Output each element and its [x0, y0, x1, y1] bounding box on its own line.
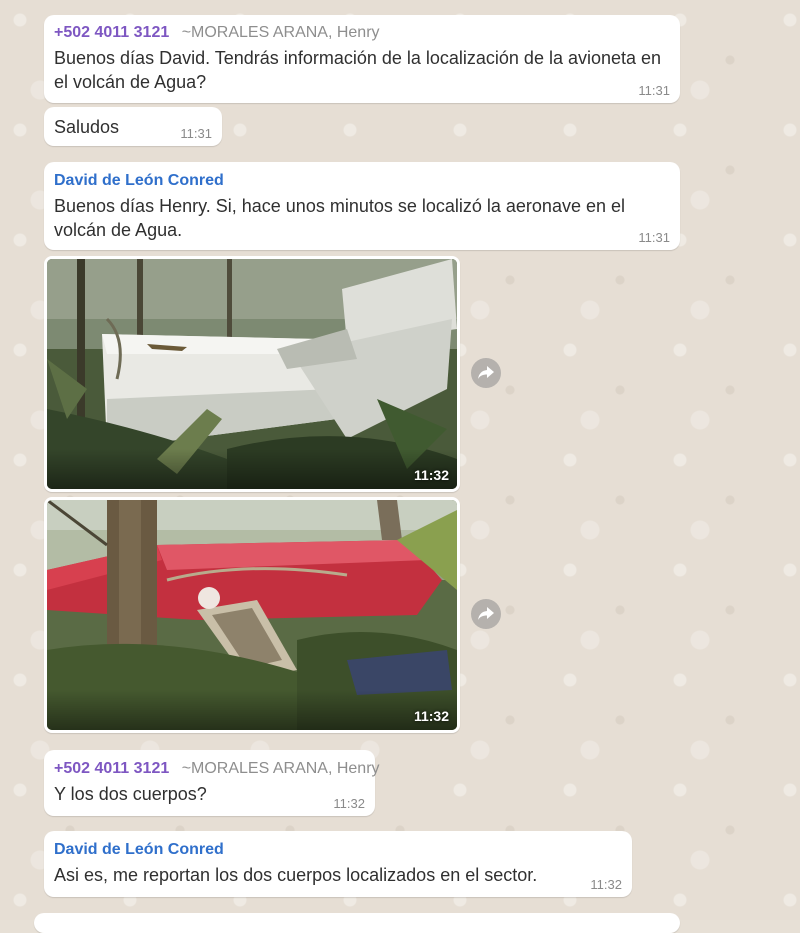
photo-message[interactable]: 11:32: [44, 497, 460, 733]
sender-phone[interactable]: +502 4011 3121: [54, 24, 169, 41]
photo-image[interactable]: 11:32: [47, 259, 457, 489]
message-time: 11:31: [638, 230, 670, 245]
forward-arrow-icon: [478, 607, 494, 620]
message-bubble-henry[interactable]: +502 4011 3121 ~MORALES ARANA, Henry Bue…: [44, 15, 680, 103]
forward-button[interactable]: [471, 358, 501, 388]
photo-gradient: [47, 690, 457, 730]
message-time: 11:31: [638, 83, 670, 98]
sender-phone[interactable]: +502 4011 3121: [54, 760, 169, 777]
photo-time: 11:32: [413, 467, 449, 483]
message-time: 11:32: [333, 796, 365, 811]
message-bubble-henry[interactable]: Saludos 11:31: [44, 107, 222, 146]
forward-arrow-icon: [478, 366, 494, 379]
message-text: Buenos días Henry. Si, hace unos minutos…: [54, 196, 625, 240]
photo-image[interactable]: 11:32: [47, 500, 457, 730]
message-bubble-david[interactable]: David de León Conred Buenos días Henry. …: [44, 162, 680, 250]
photo-time: 11:32: [413, 708, 449, 724]
message-time: 11:31: [180, 126, 212, 141]
message-bubble-partial[interactable]: [34, 913, 680, 933]
photo-gradient: [47, 449, 457, 489]
message-bubble-henry[interactable]: +502 4011 3121 ~MORALES ARANA, Henry Y l…: [44, 750, 380, 816]
message-text: Y los dos cuerpos?: [54, 784, 207, 804]
sender-name[interactable]: David de León Conred: [54, 171, 670, 191]
sender-alias: ~MORALES ARANA, Henry: [181, 24, 380, 41]
message-text: Buenos días David. Tendrás información d…: [54, 48, 662, 92]
message-text: Asi es, me reportan los dos cuerpos loca…: [54, 865, 538, 885]
photo-message[interactable]: 11:32: [44, 256, 460, 492]
message-time: 11:32: [590, 877, 622, 892]
forward-button[interactable]: [471, 599, 501, 629]
message-bubble-david[interactable]: David de León Conred Asi es, me reportan…: [44, 831, 632, 897]
sender-alias: ~MORALES ARANA, Henry: [181, 760, 380, 777]
message-sender: +502 4011 3121 ~MORALES ARANA, Henry: [54, 23, 670, 43]
sender-name[interactable]: David de León Conred: [54, 840, 622, 860]
message-sender: +502 4011 3121 ~MORALES ARANA, Henry: [54, 759, 380, 779]
